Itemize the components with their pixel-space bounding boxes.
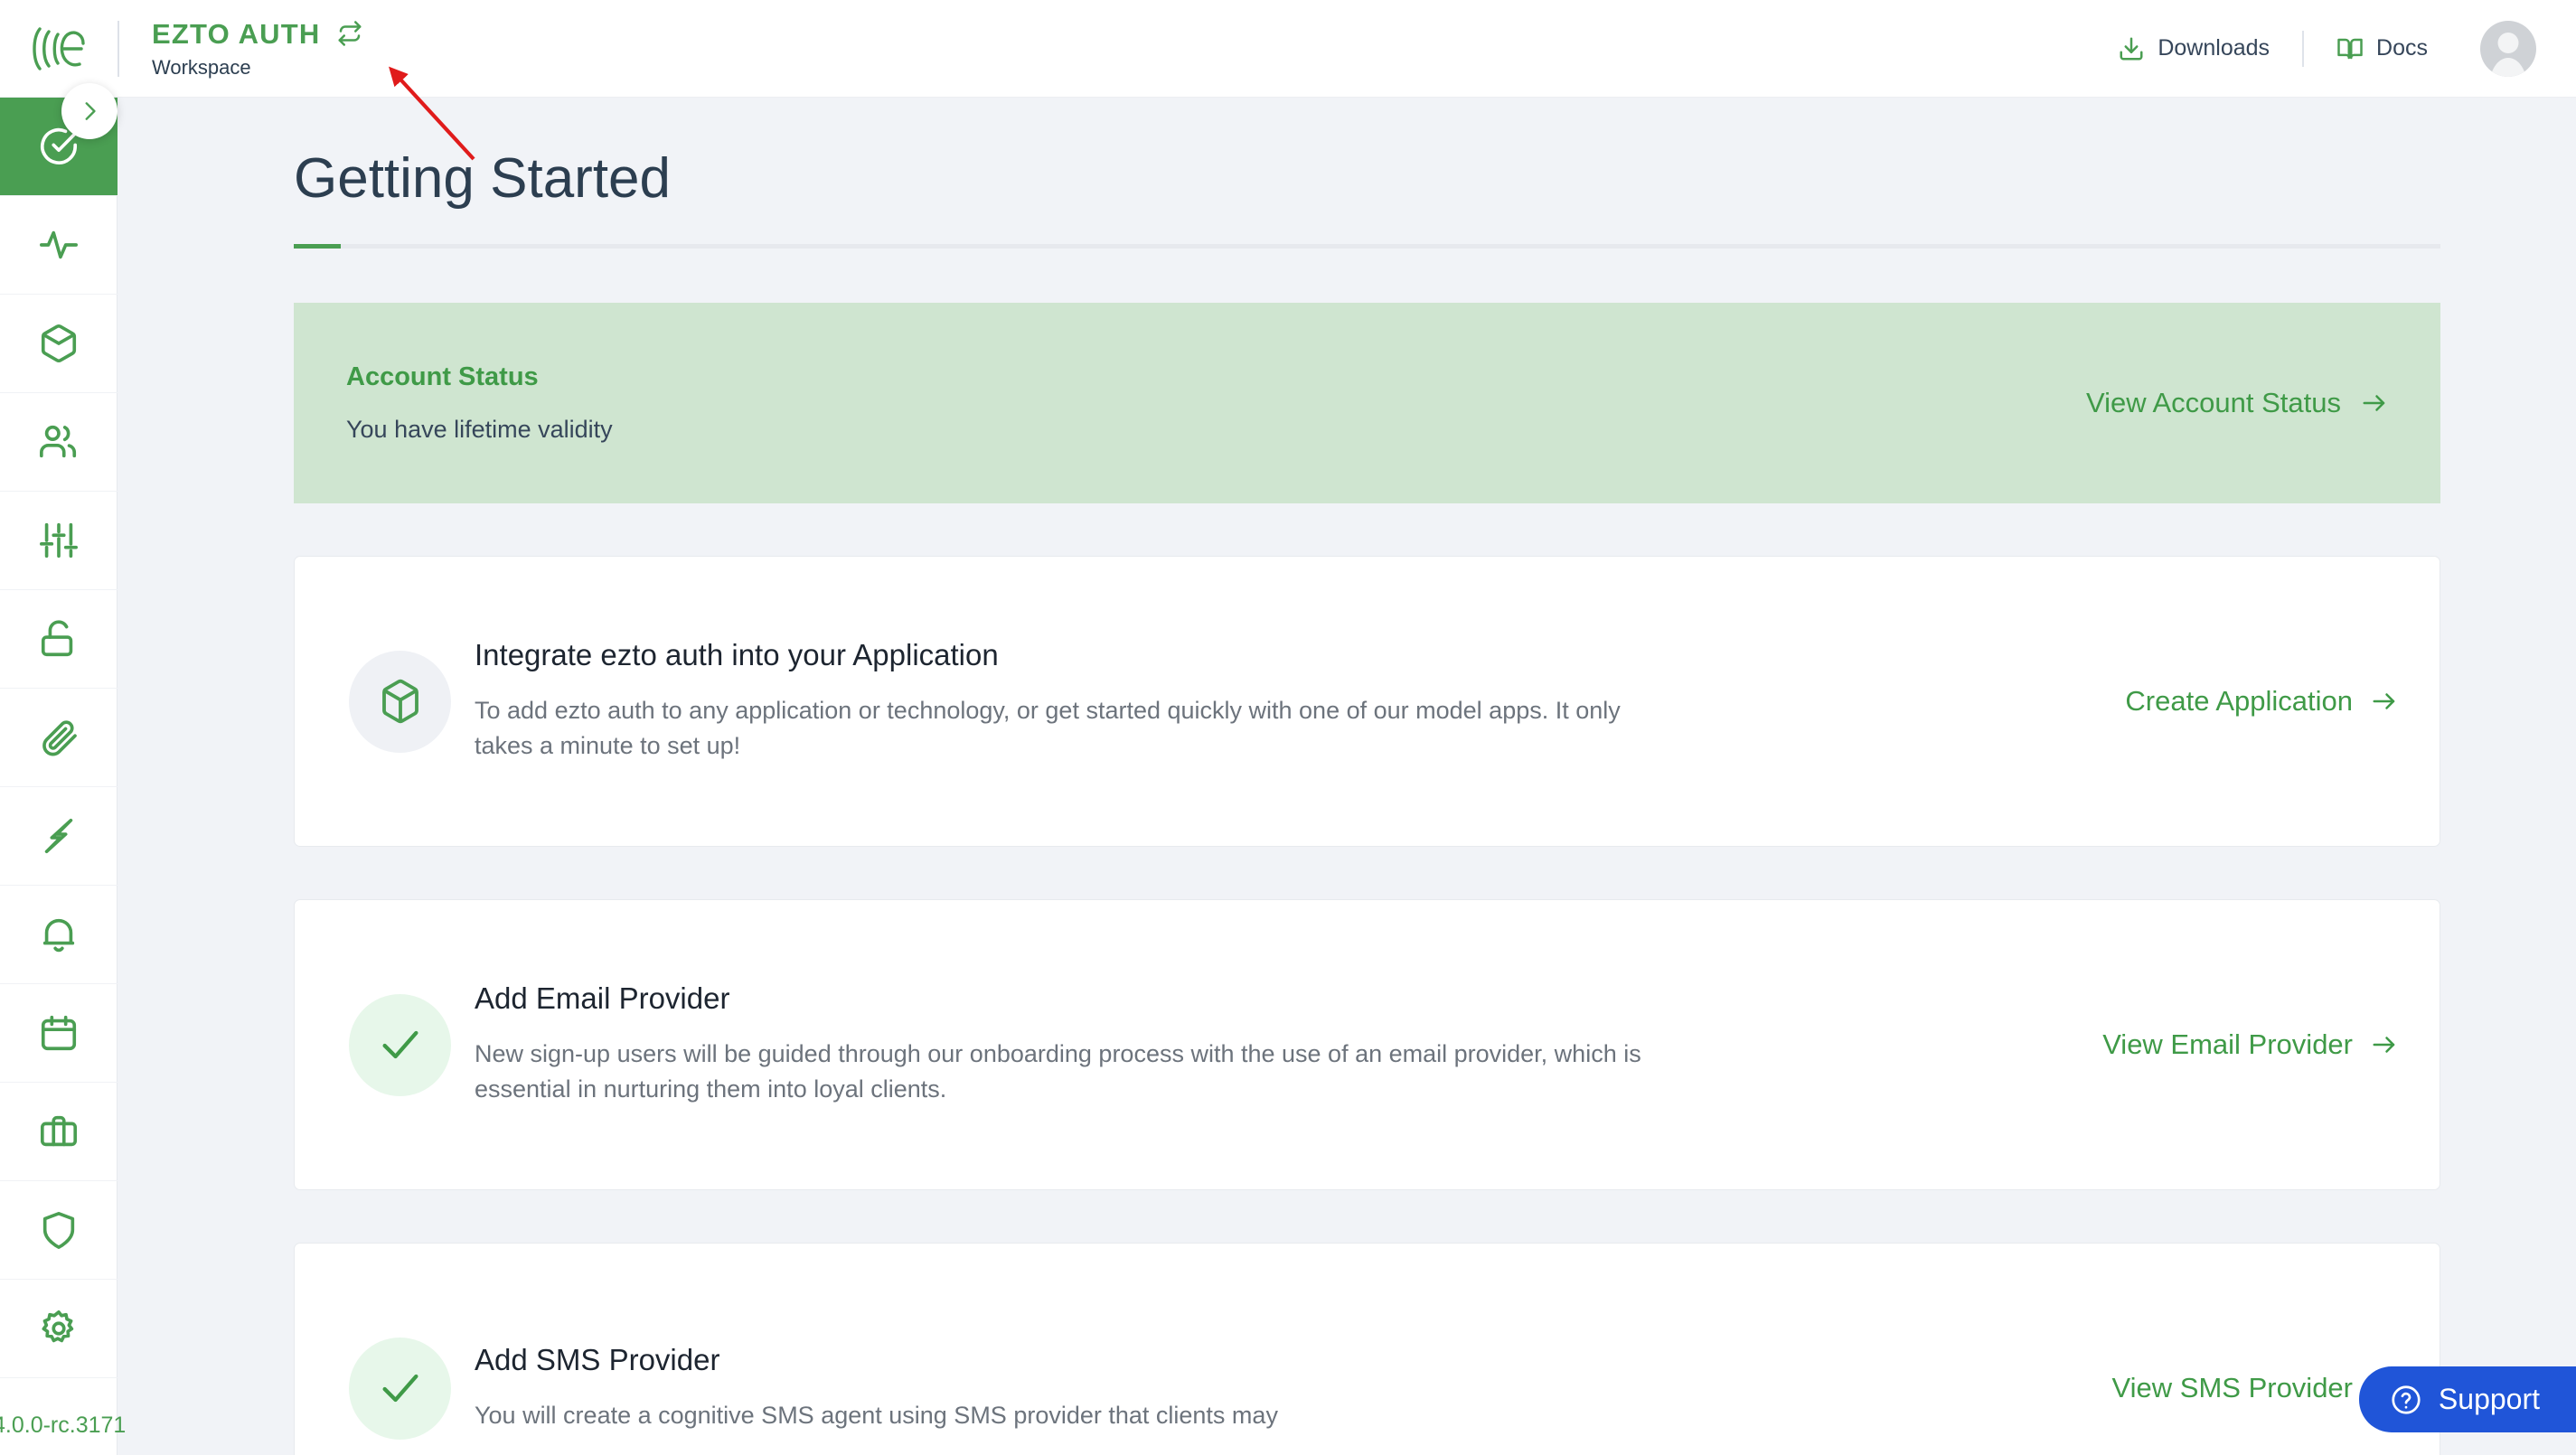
header-actions: Downloads Docs xyxy=(2098,20,2576,77)
sidebar-item-notifications[interactable] xyxy=(0,886,118,984)
sidebar-item-organization[interactable] xyxy=(0,1083,118,1181)
card-add-email-provider[interactable]: Add Email Provider New sign-up users wil… xyxy=(294,899,2440,1191)
avatar[interactable] xyxy=(2480,20,2536,77)
brand-divider xyxy=(118,20,119,77)
brand-block: EZTO AUTH Workspace xyxy=(152,20,363,78)
sidebar-item-attachments[interactable] xyxy=(0,689,118,787)
downloads-label: Downloads xyxy=(2158,35,2270,61)
create-application-label: Create Application xyxy=(2125,685,2353,718)
sidebar-item-settings-controls[interactable] xyxy=(0,492,118,590)
card-title: Add Email Provider xyxy=(475,981,730,1016)
gear-icon xyxy=(38,1308,80,1349)
shield-icon xyxy=(38,1209,80,1251)
card-description: To add ezto auth to any application or t… xyxy=(475,697,1621,759)
briefcase-icon xyxy=(38,1111,80,1152)
check-icon xyxy=(349,993,451,1096)
sidebar: 4.0.0-rc.3171 xyxy=(0,98,126,1455)
calendar-icon xyxy=(38,1012,80,1054)
arrow-right-icon xyxy=(2371,1031,2398,1058)
create-application-link[interactable]: Create Application xyxy=(2125,685,2398,718)
app-version-label: 4.0.0-rc.3171 xyxy=(0,1413,127,1438)
docs-label: Docs xyxy=(2376,35,2428,61)
header-divider xyxy=(2302,30,2305,67)
title-underline xyxy=(294,244,2440,249)
view-email-provider-link[interactable]: View Email Provider xyxy=(2102,1028,2398,1061)
book-icon xyxy=(2336,35,2364,62)
card-integrate-application[interactable]: Integrate ezto auth into your Applicatio… xyxy=(294,556,2440,848)
sidebar-item-activity[interactable] xyxy=(0,196,118,295)
sidebar-item-applications[interactable] xyxy=(0,295,118,393)
question-circle-icon xyxy=(2390,1384,2422,1416)
brand-title: EZTO AUTH xyxy=(152,17,321,50)
arrow-right-icon xyxy=(2361,390,2388,417)
brand-subtitle: Workspace xyxy=(152,55,251,79)
view-account-status-label: View Account Status xyxy=(2085,387,2341,419)
ezto-wave-logo-icon[interactable] xyxy=(0,0,118,98)
check-icon xyxy=(349,1337,451,1440)
downloads-button[interactable]: Downloads xyxy=(2098,26,2289,71)
users-icon xyxy=(38,421,80,463)
arrow-right-icon xyxy=(2371,688,2398,715)
swap-workspace-icon[interactable] xyxy=(336,20,363,47)
sliders-icon xyxy=(38,520,80,561)
card-add-sms-provider[interactable]: Add SMS Provider You will create a cogni… xyxy=(294,1243,2440,1455)
box-package-icon xyxy=(349,650,451,753)
docs-button[interactable]: Docs xyxy=(2317,26,2448,71)
main-content: Getting Started Account Status You have … xyxy=(118,98,2576,1455)
page-title: Getting Started xyxy=(294,147,672,210)
bell-icon xyxy=(38,914,80,955)
sidebar-collapse-toggle[interactable] xyxy=(61,83,118,139)
card-title: Add SMS Provider xyxy=(475,1342,720,1376)
sidebar-item-calendar[interactable] xyxy=(0,984,118,1083)
sidebar-item-security[interactable] xyxy=(0,590,118,689)
card-description: New sign-up users will be guided through… xyxy=(475,1040,1641,1103)
activity-pulse-icon xyxy=(38,224,80,266)
view-email-provider-label: View Email Provider xyxy=(2102,1028,2353,1061)
sidebar-item-protection[interactable] xyxy=(0,1181,118,1280)
download-icon xyxy=(2118,35,2145,62)
sidebar-item-configuration[interactable] xyxy=(0,1280,118,1378)
banner-title: Account Status xyxy=(346,362,539,392)
chevron-right-icon xyxy=(78,99,101,123)
view-account-status-link[interactable]: View Account Status xyxy=(2086,387,2393,419)
support-label: Support xyxy=(2438,1383,2540,1415)
card-title: Integrate ezto auth into your Applicatio… xyxy=(475,638,999,672)
banner-subtitle: You have lifetime validity xyxy=(346,416,613,444)
sidebar-item-actions[interactable] xyxy=(0,787,118,886)
unlock-icon xyxy=(38,618,80,660)
bolt-icon xyxy=(38,815,80,857)
card-description: You will create a cognitive SMS agent us… xyxy=(475,1401,1278,1429)
paperclip-icon xyxy=(38,717,80,758)
support-button[interactable]: Support xyxy=(2358,1366,2576,1432)
account-status-banner: Account Status You have lifetime validit… xyxy=(294,303,2440,504)
top-header: EZTO AUTH Workspace Downloads Docs xyxy=(0,0,2576,98)
sidebar-item-users[interactable] xyxy=(0,393,118,492)
box-package-icon xyxy=(38,323,80,364)
view-sms-provider-label: View SMS Provider xyxy=(2111,1372,2353,1404)
view-sms-provider-link[interactable]: View SMS Provider xyxy=(2112,1372,2398,1404)
